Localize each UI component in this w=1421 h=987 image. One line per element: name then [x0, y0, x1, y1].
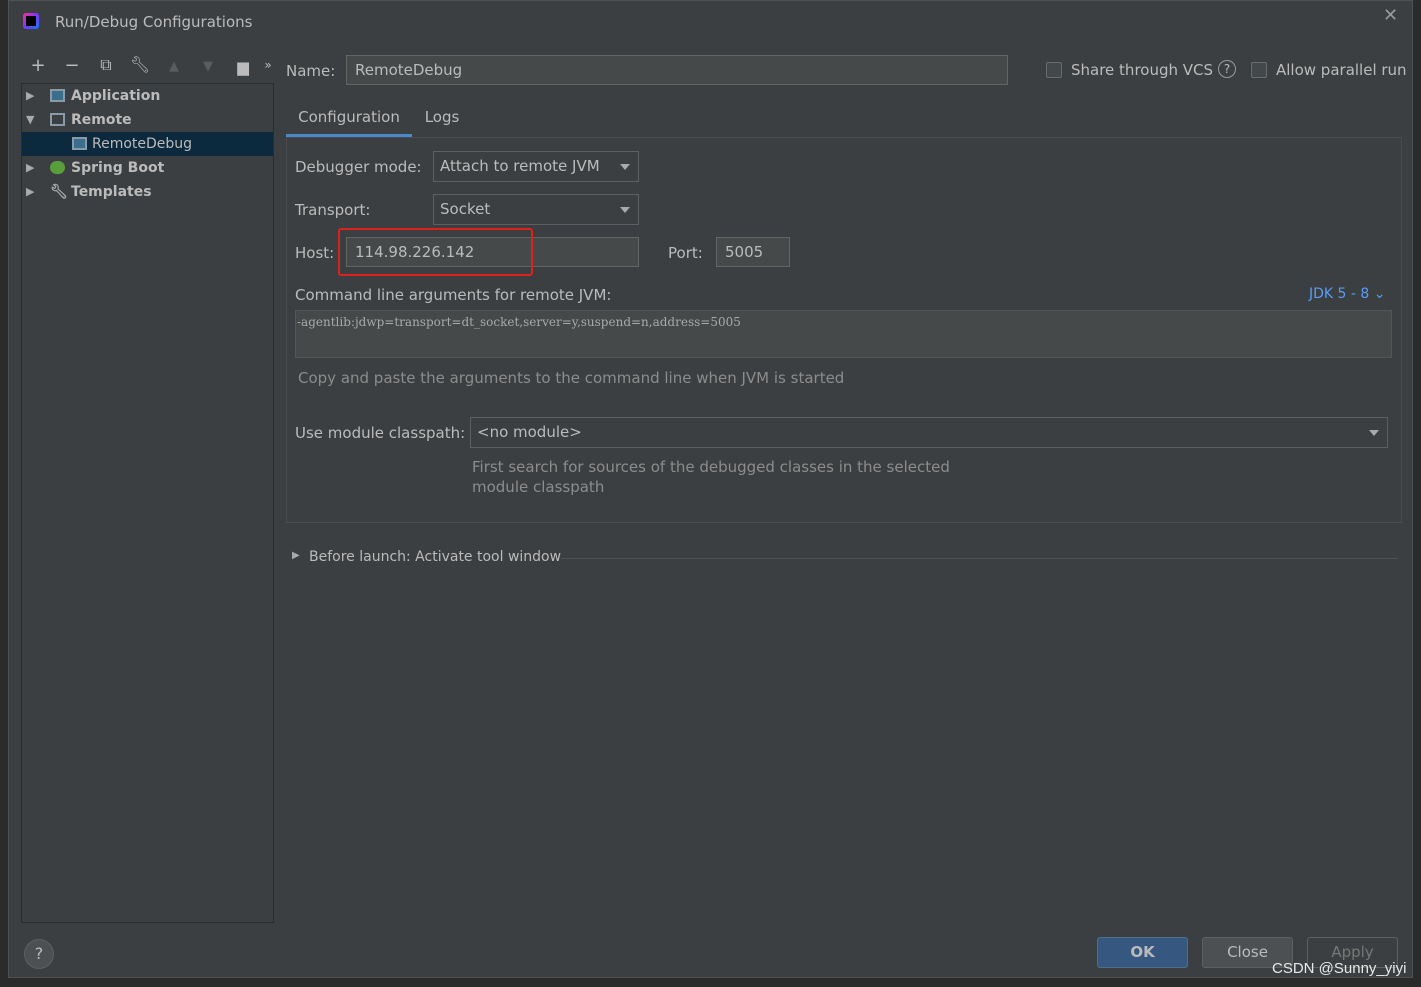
close-icon[interactable]: ✕	[1383, 5, 1398, 26]
wrench-icon[interactable]: 🔧︎	[128, 55, 152, 74]
expand-arrow-icon[interactable]: ▶	[26, 156, 34, 180]
module-value: <no module>	[477, 423, 582, 441]
remote-icon	[50, 113, 65, 126]
copy-icon[interactable]: ⧉	[94, 55, 118, 75]
transport-label: Transport:	[295, 201, 371, 219]
port-input[interactable]: 5005	[716, 237, 790, 267]
more-icon[interactable]: »	[256, 58, 280, 72]
chevron-down-icon: ⌄	[1373, 286, 1386, 302]
name-input[interactable]: RemoteDebug	[346, 55, 1008, 85]
parallel-run-label: Allow parallel run	[1276, 61, 1407, 79]
move-up-icon[interactable]: ▲	[162, 59, 186, 74]
name-label: Name:	[286, 62, 336, 80]
module-hint-line2: module classpath	[472, 478, 605, 496]
new-folder-icon[interactable]: ▆	[231, 58, 255, 76]
before-launch-toggle[interactable]: Before launch: Activate tool window	[309, 549, 561, 565]
watermark: CSDN @Sunny_yiyi	[1272, 960, 1407, 977]
jdk-version-link[interactable]: JDK 5 - 8 ⌄	[1309, 286, 1386, 302]
cmd-args-hint: Copy and paste the arguments to the comm…	[298, 369, 845, 387]
tree-item-application[interactable]: ▶ Application	[22, 84, 273, 108]
jdk-label: JDK 5 - 8	[1309, 286, 1370, 302]
host-label: Host:	[295, 244, 335, 262]
tree-item-remotedebug[interactable]: RemoteDebug	[22, 132, 273, 156]
cmd-args-textarea[interactable]: -agentlib:jdwp=transport=dt_socket,serve…	[295, 310, 1392, 358]
add-icon[interactable]: +	[26, 55, 50, 76]
debugger-mode-label: Debugger mode:	[295, 158, 422, 176]
share-vcs-checkbox[interactable]	[1046, 62, 1062, 78]
module-classpath-select[interactable]: <no module>	[470, 417, 1388, 448]
intellij-logo-icon	[23, 13, 39, 29]
dropdown-arrow-icon	[620, 164, 630, 170]
dialog-title: Run/Debug Configurations	[55, 13, 253, 31]
config-tree: ▶ Application ▼ Remote RemoteDebug ▶ Spring…	[21, 83, 274, 923]
module-hint-line1: First search for sources of the debugged…	[472, 458, 950, 476]
run-debug-dialog: Run/Debug Configurations ✕ + − ⧉ 🔧︎ ▲ ▼ …	[8, 0, 1413, 978]
cmd-args-label: Command line arguments for remote JVM:	[295, 286, 612, 304]
tab-label: Logs	[424, 108, 460, 126]
port-label: Port:	[668, 244, 703, 262]
tree-item-spring-boot[interactable]: ▶ Spring Boot	[22, 156, 273, 180]
tab-label: Configuration	[298, 108, 400, 126]
debugger-mode-select[interactable]: Attach to remote JVM	[433, 151, 639, 182]
application-icon	[50, 89, 65, 102]
tree-item-remote[interactable]: ▼ Remote	[22, 108, 273, 132]
remove-icon[interactable]: −	[60, 55, 84, 76]
move-down-icon[interactable]: ▼	[196, 59, 220, 74]
spring-boot-icon	[50, 161, 65, 174]
tree-item-templates[interactable]: ▶ 🔧︎ Templates	[22, 180, 273, 204]
collapse-arrow-icon[interactable]: ▼	[26, 108, 34, 132]
transport-value: Socket	[440, 200, 491, 218]
parallel-run-checkbox[interactable]	[1251, 62, 1267, 78]
help-button[interactable]: ?	[24, 939, 54, 969]
ok-button[interactable]: OK	[1097, 937, 1188, 968]
transport-select[interactable]: Socket	[433, 194, 639, 225]
expand-arrow-icon[interactable]: ▶	[26, 180, 34, 204]
dropdown-arrow-icon	[1369, 430, 1379, 436]
expand-arrow-icon[interactable]: ▶	[26, 84, 34, 108]
tab-logs[interactable]: Logs	[417, 101, 467, 137]
help-icon[interactable]: ?	[1218, 60, 1236, 78]
module-classpath-label: Use module classpath:	[295, 424, 466, 442]
wrench-icon: 🔧︎	[50, 184, 68, 200]
remote-icon	[72, 137, 87, 150]
expand-arrow-icon[interactable]: ▶	[292, 550, 300, 561]
highlight-box	[338, 228, 533, 276]
debugger-mode-value: Attach to remote JVM	[440, 157, 600, 175]
dropdown-arrow-icon	[620, 207, 630, 213]
divider	[561, 558, 1398, 559]
share-vcs-label: Share through VCS	[1071, 61, 1214, 79]
tab-configuration[interactable]: Configuration	[286, 101, 412, 137]
